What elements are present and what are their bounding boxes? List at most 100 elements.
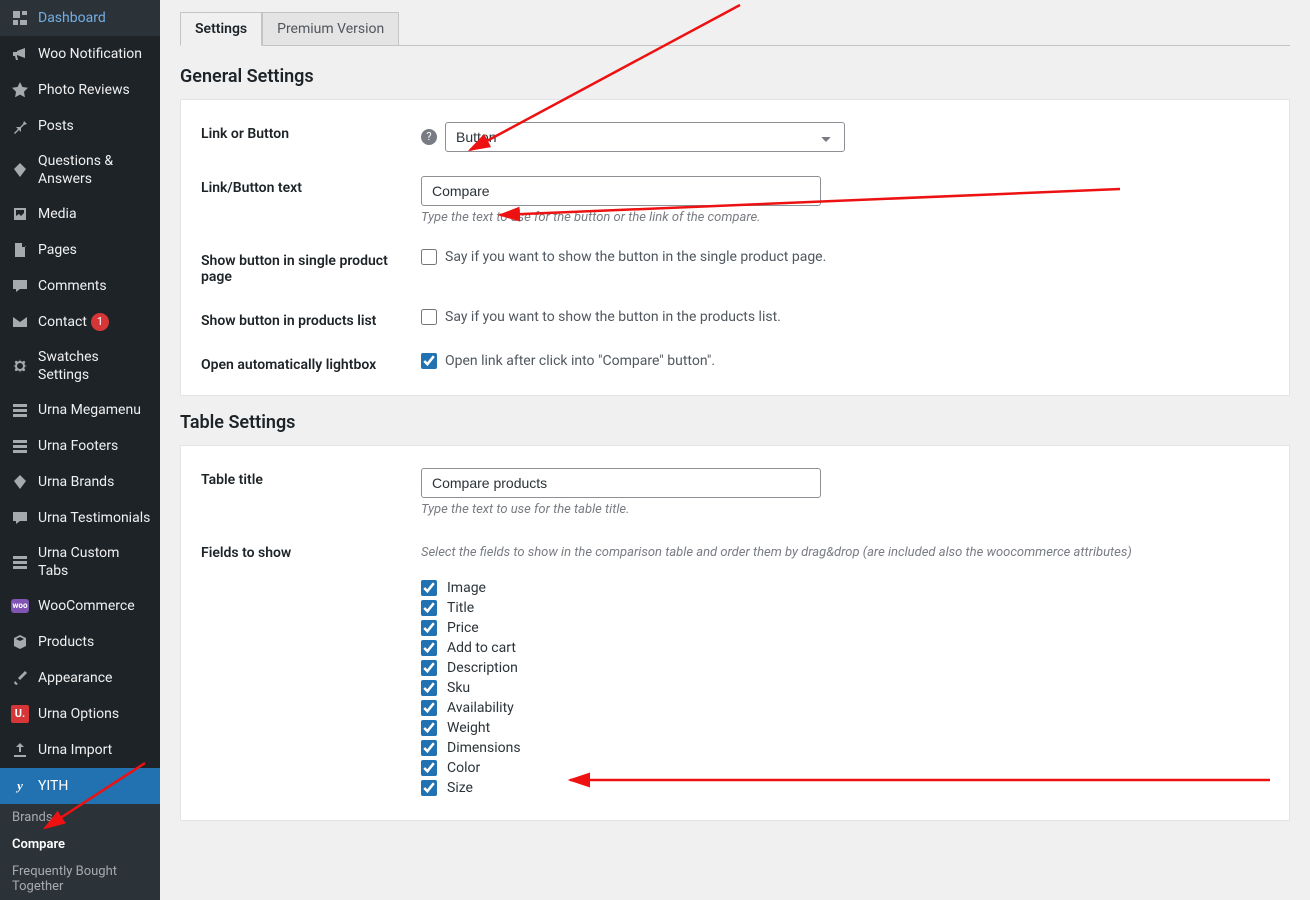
sidebar-item-woocommerce[interactable]: woo WooCommerce <box>0 588 160 624</box>
fields-list: Image Title Price Add to cart Description Sku… <box>421 578 1269 798</box>
sidebar-item-urna-options[interactable]: U.Urna Options <box>0 696 160 732</box>
sidebar-item-label: Posts <box>38 117 74 135</box>
sidebar-item-comments[interactable]: Comments <box>0 268 160 304</box>
field-label: Price <box>447 620 479 636</box>
table-title-desc: Type the text to use for the table title… <box>421 502 1269 517</box>
field-checkbox[interactable] <box>421 620 437 636</box>
diamond-icon <box>11 161 29 179</box>
sidebar-item-media[interactable]: Media <box>0 196 160 232</box>
show-list-text: Say if you want to show the button in th… <box>445 309 781 325</box>
sidebar-item-label: Appearance <box>38 669 112 687</box>
sidebar-item-dashboard[interactable]: Dashboard <box>0 0 160 36</box>
field-checkbox[interactable] <box>421 780 437 796</box>
show-single-text: Say if you want to show the button in th… <box>445 249 826 265</box>
label-link-button-text: Link/Button text <box>201 176 421 196</box>
diamond-icon <box>11 473 29 491</box>
field-checkbox[interactable] <box>421 660 437 676</box>
sidebar-item-label: WooCommerce <box>38 597 135 615</box>
field-checkbox[interactable] <box>421 760 437 776</box>
field-item[interactable]: Dimensions <box>421 738 1269 758</box>
sidebar-item-questions-answers[interactable]: Questions & Answers <box>0 144 160 196</box>
field-label: Image <box>447 580 486 596</box>
label-fields-to-show: Fields to show <box>201 541 421 561</box>
sidebar-item-yith[interactable]: y YITH <box>0 768 160 804</box>
upload-icon <box>11 741 29 759</box>
sidebar-item-swatches-settings[interactable]: Swatches Settings <box>0 340 160 392</box>
fields-to-show-desc: Select the fields to show in the compari… <box>421 545 1269 560</box>
badge: 1 <box>91 313 109 331</box>
field-checkbox[interactable] <box>421 580 437 596</box>
field-item[interactable]: Title <box>421 598 1269 618</box>
field-label: Sku <box>447 680 470 696</box>
show-list-checkbox[interactable] <box>421 309 437 325</box>
tab-settings[interactable]: Settings <box>180 12 262 46</box>
label-open-lightbox: Open automatically lightbox <box>201 353 421 373</box>
help-icon[interactable]: ? <box>421 129 437 145</box>
grid-icon <box>11 553 29 571</box>
field-item[interactable]: Add to cart <box>421 638 1269 658</box>
label-show-single: Show button in single product page <box>201 249 421 285</box>
field-item[interactable]: Description <box>421 658 1269 678</box>
sidebar-item-label: Media <box>38 205 77 223</box>
link-button-text-input[interactable] <box>421 176 821 206</box>
sidebar-item-appearance[interactable]: Appearance <box>0 660 160 696</box>
sidebar-item-woo-notification[interactable]: Woo Notification <box>0 36 160 72</box>
woo-icon: woo <box>11 599 29 613</box>
sidebar-item-products[interactable]: Products <box>0 624 160 660</box>
field-label: Color <box>447 760 480 776</box>
grid-icon <box>11 437 29 455</box>
comment-icon <box>11 509 29 527</box>
field-item[interactable]: Availability <box>421 698 1269 718</box>
sidebar-item-photo-reviews[interactable]: Photo Reviews <box>0 72 160 108</box>
open-lightbox-checkbox[interactable] <box>421 353 437 369</box>
field-label: Add to cart <box>447 640 516 656</box>
tab-bar: SettingsPremium Version <box>180 0 1290 46</box>
link-button-text-desc: Type the text to use for the button or t… <box>421 210 1269 225</box>
open-lightbox-text: Open link after click into "Compare" but… <box>445 353 715 369</box>
megaphone-icon <box>11 45 29 63</box>
field-item[interactable]: Sku <box>421 678 1269 698</box>
admin-sidebar: DashboardWoo Notification Photo Reviews Po… <box>0 0 160 900</box>
field-item[interactable]: Weight <box>421 718 1269 738</box>
field-checkbox[interactable] <box>421 700 437 716</box>
sidebar-item-urna-brands[interactable]: Urna Brands <box>0 464 160 500</box>
field-checkbox[interactable] <box>421 720 437 736</box>
sidebar-item-urna-import[interactable]: Urna Import <box>0 732 160 768</box>
label-show-list: Show button in products list <box>201 309 421 329</box>
field-item[interactable]: Image <box>421 578 1269 598</box>
sidebar-item-urna-custom-tabs[interactable]: Urna Custom Tabs <box>0 536 160 588</box>
field-item[interactable]: Price <box>421 618 1269 638</box>
field-checkbox[interactable] <box>421 600 437 616</box>
link-or-button-select[interactable]: Button <box>445 122 845 152</box>
sidebar-item-label: Questions & Answers <box>38 152 152 188</box>
sidebar-item-posts[interactable]: Posts <box>0 108 160 144</box>
sidebar-subitem-compare[interactable]: Compare <box>0 831 160 858</box>
sidebar-item-urna-testimonials[interactable]: Urna Testimonials <box>0 500 160 536</box>
field-label: Weight <box>447 720 490 736</box>
yith-icon: y <box>11 777 29 795</box>
pin-icon <box>11 117 29 135</box>
gear-icon <box>11 357 29 375</box>
table-title-input[interactable] <box>421 468 821 498</box>
star-icon <box>11 81 29 99</box>
sidebar-subitem-frequently-bought-together[interactable]: Frequently Bought Together <box>0 858 160 900</box>
sidebar-item-label: Urna Testimonials <box>38 509 150 527</box>
sidebar-item-pages[interactable]: Pages <box>0 232 160 268</box>
field-label: Availability <box>447 700 514 716</box>
field-checkbox[interactable] <box>421 680 437 696</box>
sidebar-item-label: Comments <box>38 277 107 295</box>
table-settings-panel: Table title Type the text to use for the… <box>180 445 1290 821</box>
sidebar-item-label: Urna Brands <box>38 473 114 491</box>
tab-premium-version[interactable]: Premium Version <box>262 12 399 46</box>
sidebar-item-contact[interactable]: Contact1 <box>0 304 160 340</box>
field-item[interactable]: Color <box>421 758 1269 778</box>
field-item[interactable]: Size <box>421 778 1269 798</box>
sidebar-subitem-brands[interactable]: Brands <box>0 804 160 831</box>
field-checkbox[interactable] <box>421 740 437 756</box>
field-checkbox[interactable] <box>421 640 437 656</box>
sidebar-item-urna-footers[interactable]: Urna Footers <box>0 428 160 464</box>
show-single-checkbox[interactable] <box>421 249 437 265</box>
sidebar-item-urna-megamenu[interactable]: Urna Megamenu <box>0 392 160 428</box>
sidebar-item-label: YITH <box>38 777 68 795</box>
sidebar-item-label: Photo Reviews <box>38 81 130 99</box>
